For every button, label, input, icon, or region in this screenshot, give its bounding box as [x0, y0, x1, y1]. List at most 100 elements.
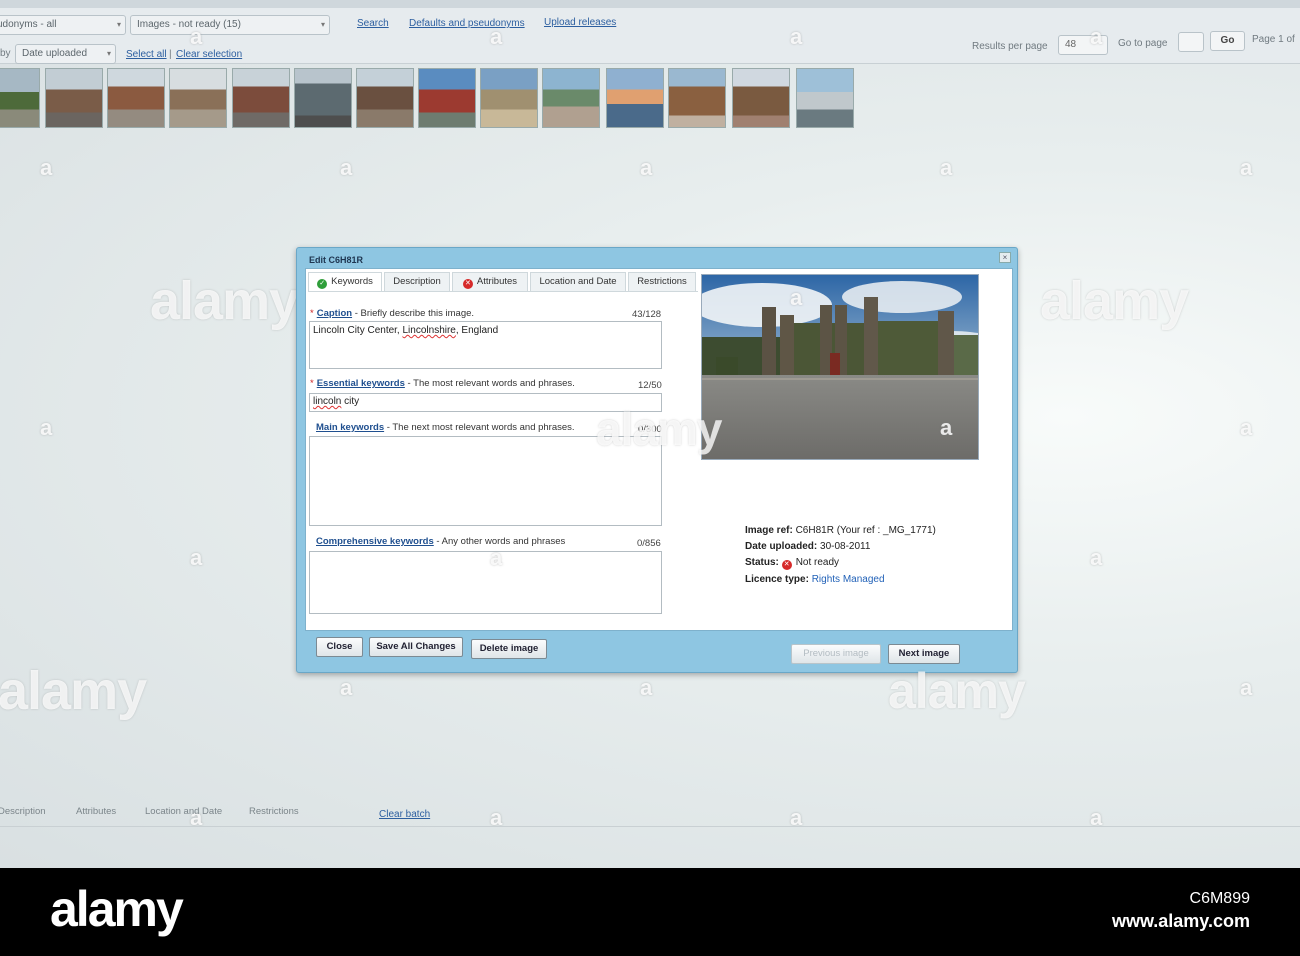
save-all-changes-button[interactable]: Save All Changes [369, 637, 463, 657]
sort-label: by [0, 48, 11, 59]
thumbnail[interactable] [0, 68, 40, 128]
image-ref-value: C6H81R (Your ref : _MG_1771) [792, 525, 936, 536]
caption-text: Lincoln City Center, [313, 325, 403, 336]
clear-batch-link[interactable]: Clear batch [379, 809, 430, 820]
watermark: alamy [596, 403, 722, 455]
comprehensive-counter: 0/856 [637, 538, 661, 549]
chevron-down-icon: ▾ [320, 20, 325, 29]
image-preview [701, 274, 979, 460]
results-per-page-label: Results per page [972, 41, 1048, 52]
status-value: Not ready [795, 557, 840, 568]
edit-image-dialog: Edit C6H81R × ✓ Keywords Description ✕ Att… [296, 247, 1018, 673]
error-icon: ✕ [462, 279, 473, 289]
watermark-mark: a [1090, 805, 1103, 830]
batch-tab-location-date[interactable]: Location and Date [145, 806, 222, 817]
footer-url: www.alamy.com [1111, 911, 1250, 931]
watermark-mark: a [340, 675, 353, 700]
check-icon: ✓ [317, 279, 328, 289]
watermark-mark: a [1240, 155, 1253, 180]
image-ref-label: Image ref: [745, 525, 793, 536]
batch-tab-description[interactable]: Description [0, 806, 46, 817]
search-link[interactable]: Search [357, 18, 389, 29]
thumbnail[interactable] [294, 68, 352, 128]
watermark-mark: a [1240, 675, 1253, 700]
watermark-mark: a [190, 24, 203, 49]
thumbnail[interactable] [542, 68, 600, 128]
watermark: alamy [150, 271, 299, 331]
thumbnail[interactable] [668, 68, 726, 128]
caption-label-row: * Caption - Briefly describe this image. [310, 308, 474, 319]
watermark-mark: a [40, 155, 53, 180]
watermark-mark: a [190, 545, 203, 570]
footer-logo: alamy [50, 881, 184, 937]
tab-keywords-label: Keywords [331, 276, 373, 287]
thumbnail[interactable] [356, 68, 414, 128]
date-value: 30-08-2011 [817, 541, 871, 552]
thumbnail[interactable] [606, 68, 664, 128]
go-button[interactable]: Go [1210, 31, 1245, 51]
sort-select[interactable]: Date uploaded ▾ [15, 44, 116, 64]
caption-field[interactable]: Lincoln City Center, Lincolnshire, Engla… [309, 321, 662, 369]
watermark-mark: a [640, 675, 653, 700]
page-indicator: Page 1 of [1252, 34, 1295, 45]
tab-location-date[interactable]: Location and Date [530, 272, 626, 292]
upload-releases-link[interactable]: Upload releases [544, 17, 616, 28]
watermark-mark: a [1090, 545, 1103, 570]
batch-tab-restrictions[interactable]: Restrictions [249, 806, 299, 817]
thumbnail[interactable] [45, 68, 103, 128]
status-label: Status: [745, 557, 779, 568]
next-image-button[interactable]: Next image [888, 644, 960, 664]
defaults-pseudonyms-link[interactable]: Defaults and pseudonyms [409, 18, 525, 29]
close-icon[interactable]: × [999, 252, 1011, 263]
clear-selection-link[interactable]: Clear selection [176, 49, 242, 60]
link-separator: | [169, 49, 172, 60]
dialog-title: Edit C6H81R [309, 255, 364, 265]
watermark: alamy [0, 661, 147, 721]
pseudonym-filter-value: udonyms - all [0, 19, 57, 30]
watermark-mark: a [940, 155, 953, 180]
essential-text-misspelled: lincoln [313, 396, 342, 407]
licence-value[interactable]: Rights Managed [809, 574, 885, 585]
thumbnail[interactable] [732, 68, 790, 128]
comprehensive-keywords-label[interactable]: Comprehensive keywords [316, 536, 434, 547]
watermark-mark: a [1090, 24, 1103, 49]
batch-tab-attributes[interactable]: Attributes [76, 806, 116, 817]
status-filter-value: Images - not ready (15) [137, 19, 241, 30]
essential-keywords-label[interactable]: Essential keywords [317, 378, 405, 389]
tab-keywords[interactable]: ✓ Keywords [308, 272, 382, 292]
main-keywords-label[interactable]: Main keywords [316, 422, 384, 433]
main-hint: - The next most relevant words and phras… [384, 422, 575, 433]
comprehensive-keywords-field[interactable] [309, 551, 662, 614]
sort-select-value: Date uploaded [22, 48, 88, 59]
thumbnail[interactable] [418, 68, 476, 128]
watermark-mark: a [340, 155, 353, 180]
thumbnail[interactable] [107, 68, 165, 128]
watermark-mark: a [490, 805, 503, 830]
essential-counter: 12/50 [638, 380, 662, 391]
caption-hint: - Briefly describe this image. [352, 308, 475, 319]
tab-description[interactable]: Description [384, 272, 450, 292]
tab-attributes-label: Attributes [476, 276, 518, 287]
essential-hint: - The most relevant words and phrases. [404, 378, 575, 389]
status-filter-select[interactable]: Images - not ready (15) ▾ [130, 15, 330, 35]
thumbnail[interactable] [796, 68, 854, 128]
required-marker: * [310, 378, 314, 389]
watermark-mark: a [790, 24, 803, 49]
pseudonym-filter-select[interactable]: udonyms - all ▾ [0, 15, 126, 35]
tab-attributes[interactable]: ✕ Attributes [452, 272, 528, 292]
delete-image-button[interactable]: Delete image [471, 639, 547, 659]
caption-counter: 43/128 [632, 309, 662, 320]
screen: udonyms - all ▾ Images - not ready (15) ▾ … [0, 0, 1300, 868]
tab-restrictions[interactable]: Restrictions [628, 272, 696, 292]
select-all-link[interactable]: Select all [126, 49, 167, 60]
watermark-mark: a [790, 805, 803, 830]
castle-photo [702, 275, 978, 459]
caption-label[interactable]: Caption [317, 308, 352, 319]
previous-image-button[interactable]: Previous image [791, 644, 881, 664]
thumbnail[interactable] [232, 68, 290, 128]
close-button[interactable]: Close [316, 637, 363, 657]
thumbnail[interactable] [480, 68, 538, 128]
go-to-page-input[interactable] [1178, 32, 1204, 52]
comprehensive-label-row: Comprehensive keywords - Any other words… [316, 536, 565, 547]
thumbnail[interactable] [169, 68, 227, 128]
